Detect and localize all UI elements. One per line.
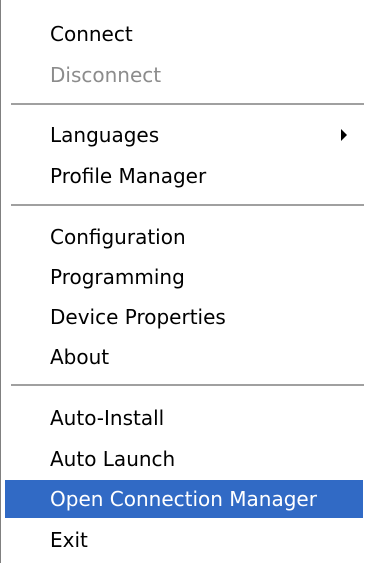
menu-item-label: Device Properties <box>50 305 226 329</box>
menu-item-profile-manager[interactable]: Profile Manager <box>5 157 363 195</box>
menu-item-configuration[interactable]: Configuration <box>5 218 363 256</box>
menu-item-disconnect: Disconnect <box>5 56 363 94</box>
menu-item-label: Configuration <box>50 225 186 249</box>
menu-item-exit[interactable]: Exit <box>5 521 363 559</box>
menu-item-programming[interactable]: Programming <box>5 258 363 296</box>
menu-item-label: Profile Manager <box>50 164 207 188</box>
menu-item-label: Auto-Install <box>50 406 165 430</box>
menu-separator <box>11 384 364 386</box>
menu-separator <box>11 204 364 206</box>
menu-separator <box>11 103 364 105</box>
menu-item-label: Open Connection Manager <box>50 487 317 511</box>
context-menu: Connect Disconnect Languages Profile Man… <box>0 0 370 563</box>
menu-item-label: Connect <box>50 22 133 46</box>
menu-item-languages[interactable]: Languages <box>5 116 363 154</box>
menu-item-label: Exit <box>50 528 88 552</box>
submenu-arrow-icon <box>341 129 347 141</box>
menu-item-label: Languages <box>50 123 160 147</box>
menu-item-label: Auto Launch <box>50 447 176 471</box>
menu-item-open-connection-manager[interactable]: Open Connection Manager <box>5 480 363 518</box>
menu-item-label: About <box>50 345 110 369</box>
menu-item-about[interactable]: About <box>5 338 363 376</box>
menu-item-device-properties[interactable]: Device Properties <box>5 298 363 336</box>
menu-item-label: Programming <box>50 265 185 289</box>
menu-item-auto-launch[interactable]: Auto Launch <box>5 440 363 478</box>
menu-item-label: Disconnect <box>50 63 162 87</box>
menu-item-connect[interactable]: Connect <box>5 15 363 53</box>
menu-item-auto-install[interactable]: Auto-Install <box>5 399 363 437</box>
